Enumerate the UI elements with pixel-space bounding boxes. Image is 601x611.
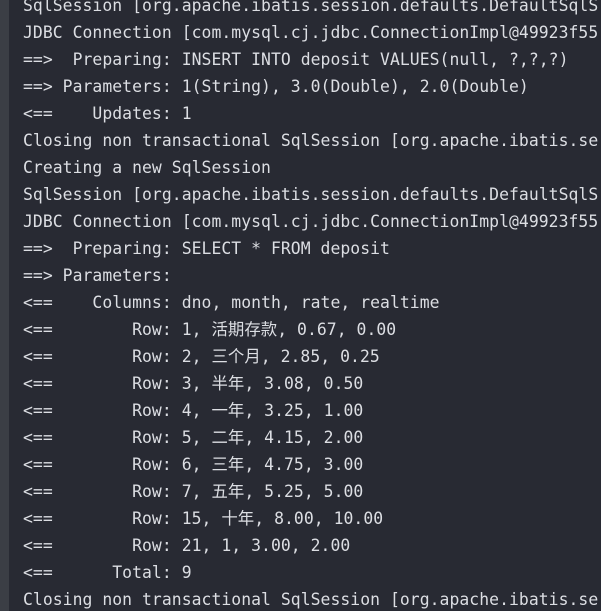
console-output[interactable]: SqlSession [org.apache.ibatis.session.de…: [23, 0, 601, 611]
console-line: JDBC Connection [com.mysql.cj.jdbc.Conne…: [23, 212, 599, 231]
console-line: <== Total: 9: [23, 563, 192, 582]
console-line: <== Row: 1, 活期存款, 0.67, 0.00: [23, 320, 397, 339]
console-line: SqlSession [org.apache.ibatis.session.de…: [23, 185, 599, 204]
console-line: Closing non transactional SqlSession [or…: [23, 131, 599, 150]
console-line: JDBC Connection [com.mysql.cj.jdbc.Conne…: [23, 23, 599, 42]
console-line: ==> Parameters:: [23, 266, 182, 285]
console-line: <== Row: 3, 半年, 3.08, 0.50: [23, 374, 364, 393]
console-line: ==> Preparing: SELECT * FROM deposit: [23, 239, 390, 258]
console-gutter: [0, 0, 9, 611]
console-line: <== Row: 6, 三年, 4.75, 3.00: [23, 455, 364, 474]
console-line: SqlSession [org.apache.ibatis.session.de…: [23, 0, 599, 15]
console-line: <== Row: 2, 三个月, 2.85, 0.25: [23, 347, 380, 366]
console-line: <== Row: 21, 1, 3.00, 2.00: [23, 536, 351, 555]
console-line: ==> Preparing: INSERT INTO deposit VALUE…: [23, 50, 569, 69]
console-line: <== Columns: dno, month, rate, realtime: [23, 293, 440, 312]
console-line: <== Row: 7, 五年, 5.25, 5.00: [23, 482, 364, 501]
console-line: Creating a new SqlSession: [23, 158, 271, 177]
console-line: Closing non transactional SqlSession [or…: [23, 590, 599, 609]
console-line: <== Row: 15, 十年, 8.00, 10.00: [23, 509, 384, 528]
console-line: <== Updates: 1: [23, 104, 192, 123]
console-line: <== Row: 5, 二年, 4.15, 2.00: [23, 428, 364, 447]
console-line: <== Row: 4, 一年, 3.25, 1.00: [23, 401, 364, 420]
console-line: ==> Parameters: 1(String), 3.0(Double), …: [23, 77, 529, 96]
